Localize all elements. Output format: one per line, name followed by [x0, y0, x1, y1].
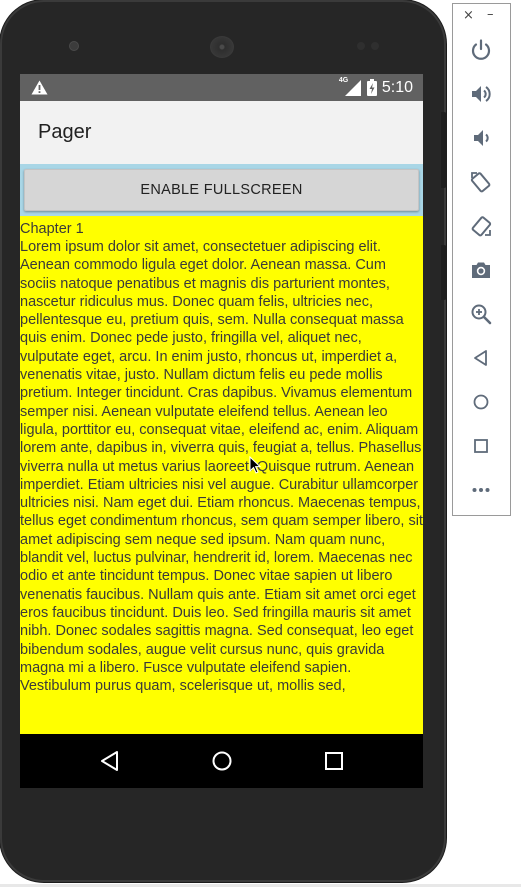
volume-down-icon[interactable]	[469, 126, 493, 150]
app-bar: Pager	[20, 101, 423, 164]
status-time: 5:10	[381, 78, 413, 96]
back-icon[interactable]	[469, 346, 493, 370]
app-title: Pager	[38, 121, 92, 143]
button-container: ENABLE FULLSCREEN	[20, 164, 423, 216]
pager-page[interactable]: Chapter 1 Lorem ipsum dolor sit amet, co…	[20, 216, 423, 734]
proximity-sensor	[357, 42, 365, 50]
warning-icon	[31, 80, 48, 95]
power-button	[441, 245, 447, 300]
power-icon[interactable]	[469, 38, 493, 62]
cellular-signal-icon: 4G	[339, 77, 362, 96]
rotate-left-icon[interactable]	[469, 170, 493, 194]
home-icon[interactable]	[210, 749, 234, 773]
overview-icon[interactable]	[469, 434, 493, 458]
volume-up-icon[interactable]	[469, 82, 493, 106]
earpiece-speaker	[210, 36, 234, 58]
light-sensor	[371, 42, 379, 50]
enable-fullscreen-button[interactable]: ENABLE FULLSCREEN	[24, 169, 419, 211]
home-icon[interactable]	[469, 390, 493, 414]
network-type-label: 4G	[338, 76, 349, 84]
close-icon[interactable]: ×	[463, 8, 474, 23]
chapter-body-text: Lorem ipsum dolor sit amet, consectetuer…	[20, 239, 423, 695]
minimize-icon[interactable]: –	[487, 7, 494, 22]
more-icon[interactable]	[469, 478, 493, 502]
volume-button	[441, 112, 447, 188]
device-screen: 4G 5:10 Pager ENABLE FULLSCREEN Chapter …	[20, 74, 423, 788]
chapter-title: Chapter 1	[20, 221, 84, 237]
phone-frame: 4G 5:10 Pager ENABLE FULLSCREEN Chapter …	[0, 0, 446, 882]
navigation-bar	[20, 734, 423, 788]
mouse-cursor-icon	[249, 456, 261, 474]
rotate-right-icon[interactable]	[469, 214, 493, 238]
back-icon[interactable]	[98, 749, 122, 773]
front-camera	[69, 41, 79, 51]
zoom-icon[interactable]	[469, 302, 493, 326]
camera-icon[interactable]	[469, 258, 493, 282]
toolbar-window-controls: × –	[453, 4, 510, 26]
recents-icon[interactable]	[322, 749, 346, 773]
emulator-toolbar: × –	[452, 3, 511, 516]
emulator-window: 4G 5:10 Pager ENABLE FULLSCREEN Chapter …	[0, 0, 521, 887]
battery-charging-icon	[366, 79, 377, 96]
status-bar: 4G 5:10	[20, 74, 423, 101]
status-indicators: 4G 5:10	[339, 74, 413, 101]
